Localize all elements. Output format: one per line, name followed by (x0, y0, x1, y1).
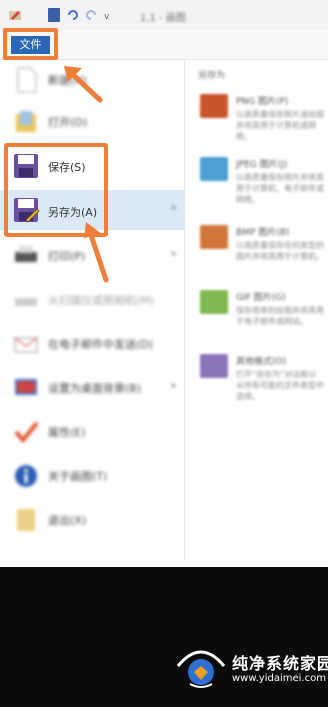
option-title: 其他格式(O) (236, 357, 287, 367)
quick-save-icon[interactable] (48, 8, 60, 22)
menu-item-email[interactable]: 在电子邮件中发送(D) (0, 324, 185, 364)
menu-item-about[interactable]: 关于画图(T) (0, 456, 185, 496)
arrow-to-file-tab-icon (64, 66, 103, 103)
wallpaper-icon (15, 379, 37, 395)
submenu-arrow-icon: ▸ (172, 203, 177, 213)
menu-label-wallpaper: 设置为桌面背景(B) (48, 382, 142, 395)
png-image-icon (200, 94, 228, 118)
checkmark-icon (14, 421, 39, 444)
file-menu: 新建(N) 打开(O) 保存(S) 另存为(A) ▸ 打印(P) ▸ 从扫描仪或… (0, 60, 185, 560)
file-tab[interactable]: 文件 (11, 36, 50, 54)
menu-item-properties[interactable]: 属性(E) (0, 412, 185, 452)
paint-app-icon (9, 11, 21, 20)
watermark-url: www.yidaimei.com (232, 673, 326, 684)
new-document-icon (17, 67, 37, 93)
window-title: 1.1 - 画图 (140, 13, 186, 24)
option-title: JPEG 图片(J) (236, 160, 288, 170)
menu-label-email: 在电子邮件中发送(D) (48, 338, 154, 351)
option-description: 以高质量保存照片或绘图并将其用于计算机或网络。 (236, 110, 324, 141)
menu-label-open: 打开(O) (48, 116, 88, 129)
submenu-arrow-icon: ▸ (172, 381, 177, 391)
qat-dropdown[interactable]: v (104, 12, 109, 22)
save-as-option-jpeg[interactable]: JPEG 图片(J) 以高质量保存照片并将其用于计算机、电子邮件或网络。 (196, 155, 328, 215)
save-as-heading: 另存为 (198, 71, 226, 81)
option-title: PNG 图片(P) (236, 97, 289, 107)
save-as-option-other[interactable]: 其他格式(O) 打开“另存为”对话框以从所有可能的文件类型中选择。 (196, 352, 328, 412)
open-folder-icon (16, 111, 36, 132)
option-description: 以高质量保存照片并将其用于计算机、电子邮件或网络。 (236, 173, 324, 204)
watermark: 纯净系统家园 www.yidaimei.com (172, 640, 328, 696)
submenu-arrow-icon: ▸ (172, 249, 177, 259)
menu-item-wallpaper[interactable]: 设置为桌面背景(B) ▸ (0, 368, 185, 408)
save-as-option-bmp[interactable]: BMP 图片(B) 以高质量保存任何类型的图片并将其用于计算机。 (196, 223, 328, 283)
file-tab-highlight-box: 文件 (3, 28, 58, 60)
menu-item-open[interactable]: 打开(O) (0, 102, 185, 142)
title-bar: v 1.1 - 画图 (0, 0, 328, 30)
option-title: BMP 图片(B) (236, 228, 290, 238)
watermark-logo (176, 650, 226, 688)
bmp-image-icon (200, 225, 228, 249)
watermark-name: 纯净系统家园 (232, 654, 328, 673)
exit-icon (17, 509, 35, 531)
option-title: GIF 图片(G) (236, 293, 286, 303)
save-as-option-png[interactable]: PNG 图片(P) 以高质量保存照片或绘图并将其用于计算机或网络。 (196, 92, 328, 152)
menu-label-exit: 退出(X) (48, 514, 87, 527)
save-as-option-gif[interactable]: GIF 图片(G) 保存简单的绘图并将其用于电子邮件或网站。 (196, 288, 328, 348)
undo-icon[interactable] (66, 8, 78, 22)
menu-label-scanner: 从扫描仪或照相机(M) (48, 294, 155, 307)
menu-item-exit[interactable]: 退出(X) (0, 500, 185, 540)
jpeg-image-icon (200, 157, 228, 181)
other-format-icon (200, 354, 228, 378)
menu-label-about: 关于画图(T) (48, 470, 108, 483)
redo-icon[interactable] (86, 8, 98, 22)
scanner-icon (15, 298, 37, 306)
info-icon (15, 465, 37, 487)
arrow-to-save-options-icon (84, 222, 109, 283)
printer-icon (15, 246, 37, 262)
option-description: 以高质量保存任何类型的图片并将其用于计算机。 (236, 241, 324, 261)
option-description: 打开“另存为”对话框以从所有可能的文件类型中选择。 (236, 370, 324, 401)
save-as-pane: 另存为 PNG 图片(P) 以高质量保存照片或绘图并将其用于计算机或网络。 JP… (186, 60, 328, 560)
option-description: 保存简单的绘图并将其用于电子邮件或网站。 (236, 306, 324, 326)
menu-label-properties: 属性(E) (48, 426, 86, 439)
email-icon (14, 337, 38, 353)
gif-image-icon (200, 290, 228, 314)
